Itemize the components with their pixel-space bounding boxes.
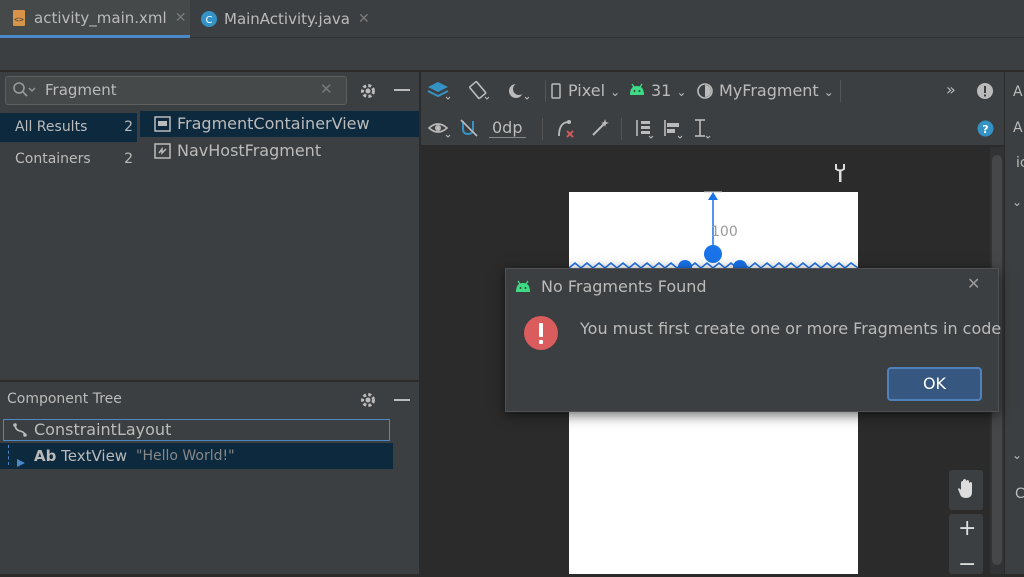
android-icon (514, 280, 532, 294)
attributes-row-letter: C (1015, 486, 1024, 502)
chevron-down-icon: ⌄ (610, 85, 621, 99)
tab-activity-main-xml[interactable]: <> activity_main.xml ✕ (0, 0, 190, 38)
pack-icon[interactable] (633, 117, 655, 139)
device-dropdown[interactable]: Pixel ⌄ (568, 81, 620, 100)
palette-item-nav-host-fragment[interactable]: NavHostFragment (140, 138, 419, 164)
search-input-value: Fragment (45, 81, 117, 99)
attributes-row-letter: A (1013, 120, 1023, 136)
tree-node-value: "Hello World!" (136, 448, 235, 464)
tab-label: activity_main.xml (34, 8, 167, 27)
java-class-icon: C (200, 10, 218, 28)
gear-icon[interactable] (359, 391, 377, 409)
ok-button[interactable]: OK (887, 367, 982, 401)
dialog-message: You must first create one or more Fragme… (580, 319, 1002, 338)
chevron-down-icon: ⌄ (676, 85, 687, 99)
toolbar-divider (840, 80, 841, 102)
api-level-label: 31 (651, 81, 672, 100)
orientation-icon[interactable] (466, 80, 490, 102)
tab-label: MainActivity.java (224, 10, 350, 28)
chevron-down-icon[interactable]: ⌄ (1012, 448, 1022, 462)
align-icon[interactable] (662, 117, 684, 139)
zoom-in-button[interactable]: + (958, 516, 976, 541)
minimize-icon[interactable] (394, 399, 410, 401)
view-options-eye-icon[interactable] (428, 118, 452, 140)
component-tree-title: Component Tree (7, 391, 122, 407)
tree-expand-arrow-icon (16, 458, 26, 468)
tab-close-icon[interactable]: ✕ (175, 10, 187, 26)
zoom-out-button[interactable]: − (958, 552, 976, 577)
tab-close-icon[interactable]: ✕ (358, 11, 370, 27)
toolbar-divider (621, 118, 622, 140)
palette-item-label: NavHostFragment (177, 141, 322, 160)
svg-text:<>: <> (14, 15, 24, 24)
xml-file-icon: <> (10, 9, 28, 27)
theme-icon (696, 82, 714, 100)
category-label: All Results (15, 119, 88, 135)
theme-dropdown[interactable]: MyFragment ⌄ (719, 81, 834, 100)
search-clear-icon[interactable]: ✕ (320, 80, 333, 98)
tree-node-constraint-layout[interactable]: ConstraintLayout (3, 419, 390, 441)
svg-text:C: C (206, 15, 213, 26)
dialog-title: No Fragments Found (541, 277, 707, 296)
attributes-row-letter: ic (1016, 155, 1024, 171)
nav-host-icon (154, 143, 171, 159)
hand-pan-icon[interactable] (957, 478, 977, 500)
editor-subheader (0, 38, 1024, 71)
category-count: 2 (124, 119, 133, 135)
palette-item-fragment-container-view[interactable]: FragmentContainerView (140, 111, 419, 137)
tree-node-label: Ab TextView (34, 443, 127, 469)
device-icon (550, 83, 562, 99)
palette-category-all-results[interactable]: All Results 2 (0, 113, 137, 142)
palette-item-label: FragmentContainerView (177, 114, 370, 133)
overflow-icon[interactable]: » (946, 80, 956, 99)
constraint-handle-top[interactable] (704, 245, 722, 263)
guidelines-icon[interactable] (690, 117, 712, 139)
chevron-down-icon[interactable]: ⌄ (1012, 195, 1022, 209)
constraint-margin-label: 100 (711, 224, 738, 240)
android-api-icon (628, 83, 646, 97)
gear-icon[interactable] (359, 82, 377, 100)
default-margin-dropdown[interactable]: 0dp (489, 118, 526, 138)
tree-guide-line (8, 445, 9, 465)
fragment-container-icon (154, 116, 171, 132)
textview-icon: Ab (34, 447, 57, 465)
wrench-icon[interactable] (833, 163, 847, 183)
toolbar-divider (545, 80, 546, 102)
svg-text:?: ? (982, 123, 988, 136)
device-dropdown-label: Pixel (568, 81, 606, 100)
constraint-layout-icon (12, 422, 28, 438)
category-count: 2 (124, 151, 133, 167)
infer-constraints-wand-icon[interactable] (589, 117, 611, 139)
palette-category-containers[interactable]: Containers 2 (0, 145, 137, 174)
chevron-down-icon: ⌄ (823, 85, 834, 99)
clear-constraints-icon[interactable] (555, 118, 577, 140)
attributes-header-letter: A (1013, 84, 1023, 100)
api-level-dropdown[interactable]: 31 ⌄ (651, 81, 687, 100)
minimize-icon[interactable] (394, 89, 410, 91)
category-label: Containers (15, 151, 91, 167)
autoconnect-icon[interactable] (458, 117, 480, 139)
tree-node-label: ConstraintLayout (34, 420, 172, 439)
search-icon (12, 81, 36, 99)
dialog-close-icon[interactable]: ✕ (967, 274, 980, 293)
tab-main-activity-java[interactable]: C MainActivity.java ✕ (196, 0, 376, 38)
tree-node-label-text: TextView (61, 447, 128, 465)
tree-node-textview[interactable]: Ab TextView "Hello World!" (0, 443, 393, 469)
tree-scrollbar[interactable] (393, 419, 419, 574)
component-tree-panel (0, 381, 419, 574)
night-mode-icon[interactable] (506, 80, 530, 102)
error-icon (523, 315, 559, 351)
toolbar-divider (542, 118, 543, 140)
help-icon[interactable]: ? (977, 120, 994, 137)
warning-icon[interactable] (976, 82, 994, 100)
theme-label: MyFragment (719, 81, 819, 100)
layers-icon[interactable] (427, 80, 451, 102)
